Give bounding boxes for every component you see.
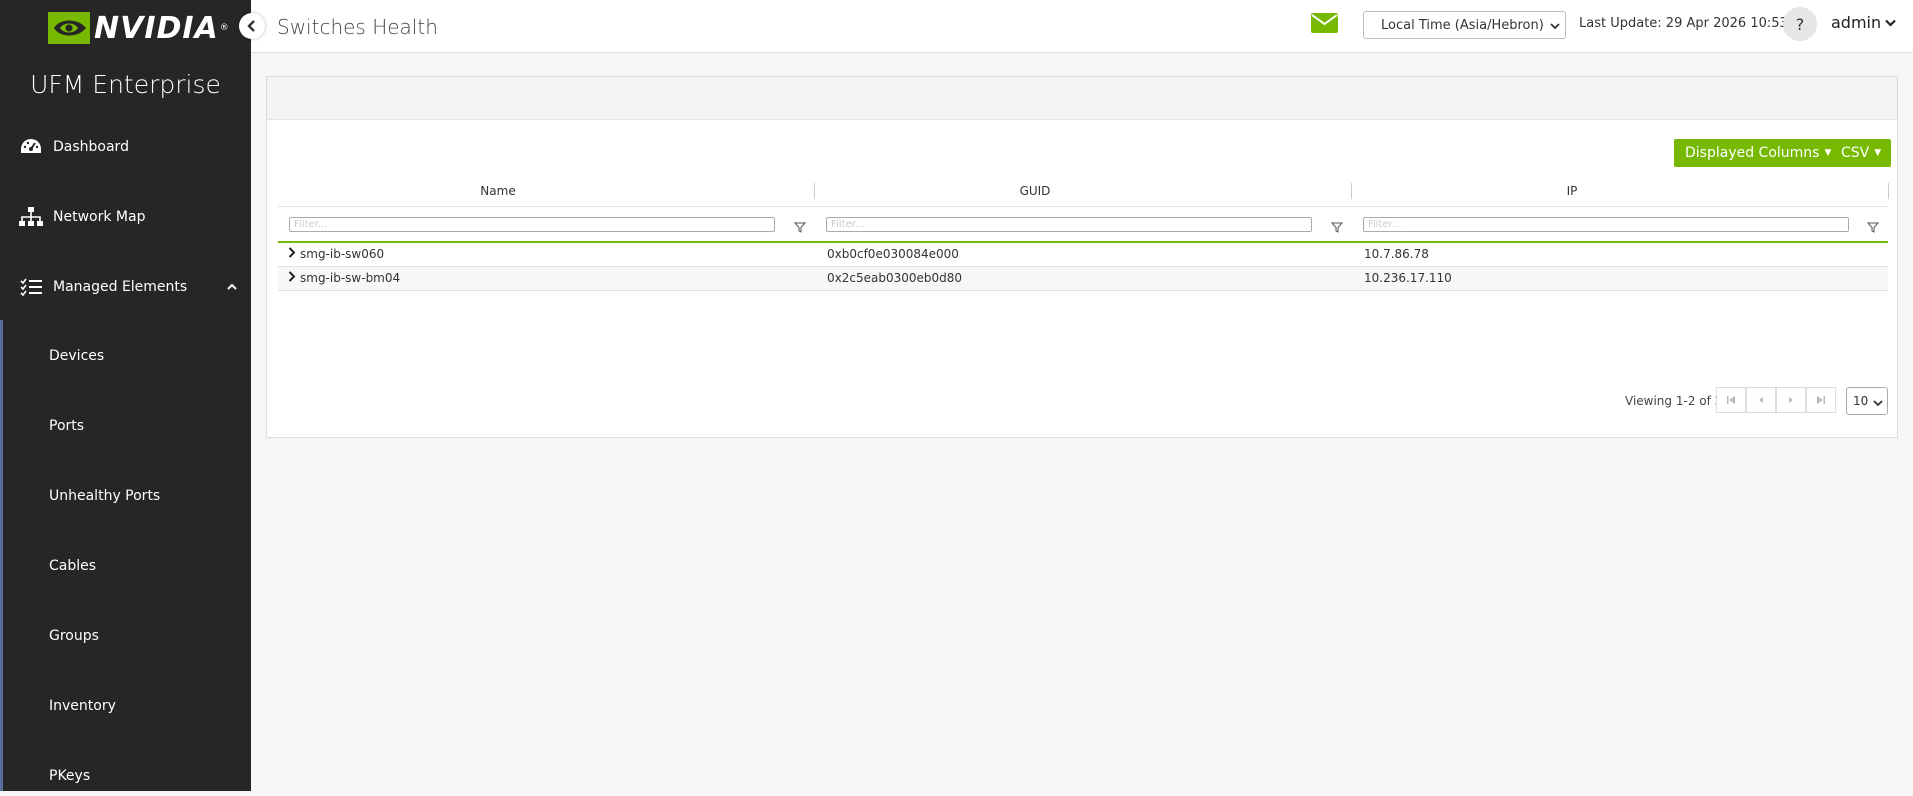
sidebar-collapse-button[interactable]: [239, 13, 265, 39]
sidebar-item-inventory[interactable]: Inventory: [0, 686, 251, 726]
sidebar-item-label: Unhealthy Ports: [49, 488, 161, 504]
help-icon: ?: [1795, 14, 1805, 34]
page-title: Switches Health: [277, 15, 438, 39]
sidebar-item-label: Groups: [49, 628, 99, 644]
filter-icon[interactable]: [793, 218, 807, 237]
page-size-value: 10: [1853, 394, 1869, 408]
column-header-ip[interactable]: IP: [1352, 184, 1792, 198]
header-divider: [278, 206, 1888, 207]
displayed-columns-label: Displayed Columns: [1685, 145, 1820, 161]
logo-trademark: ®: [219, 23, 229, 33]
user-name: admin: [1831, 13, 1882, 32]
name-filter-input[interactable]: Filter...: [289, 217, 775, 232]
table-row[interactable]: smg-ib-sw-bm04 0x2c5eab0300eb0d80 10.236…: [278, 267, 1888, 291]
last-page-button[interactable]: [1806, 387, 1836, 413]
mail-icon[interactable]: [1311, 13, 1338, 37]
sidebar-item-label: Network Map: [53, 209, 146, 225]
next-page-icon: [1789, 397, 1793, 403]
csv-button[interactable]: CSV ▼: [1831, 139, 1892, 167]
sidebar-item-cables[interactable]: Cables: [0, 546, 251, 586]
chevron-left-icon: [247, 20, 255, 32]
sidebar-item-network-map[interactable]: Network Map: [0, 197, 251, 237]
last-update-text: Last Update: 29 Apr 2026 10:53: [1579, 16, 1788, 31]
last-page-icon: [1817, 396, 1825, 404]
nvidia-logo[interactable]: NVIDIA ®: [48, 10, 229, 46]
sidebar-item-pkeys[interactable]: PKeys: [0, 756, 251, 796]
help-button[interactable]: ?: [1783, 7, 1817, 41]
row-ip: 10.7.86.78: [1364, 247, 1429, 261]
filter-icon[interactable]: [1866, 218, 1880, 237]
column-header-guid[interactable]: GUID: [815, 184, 1255, 198]
page-size-select[interactable]: 10: [1846, 387, 1888, 415]
row-guid: 0x2c5eab0300eb0d80: [827, 271, 963, 285]
row-guid: 0xb0cf0e030084e000: [827, 247, 959, 261]
chevron-down-icon: [1873, 397, 1883, 411]
csv-label: CSV: [1841, 145, 1870, 161]
product-name: UFM Enterprise: [30, 70, 221, 99]
table-row[interactable]: smg-ib-sw060 0xb0cf0e030084e000 10.7.86.…: [278, 243, 1888, 267]
next-page-button[interactable]: [1776, 387, 1806, 413]
sidebar-item-devices[interactable]: Devices: [0, 336, 251, 376]
column-header-name[interactable]: Name: [278, 184, 718, 198]
timezone-select[interactable]: Local Time (Asia/Hebron): [1363, 11, 1566, 39]
sidebar-item-label: Dashboard: [53, 139, 129, 155]
panel-header: [267, 77, 1897, 120]
prev-page-icon: [1759, 397, 1763, 403]
dashboard-gauge-icon: [19, 135, 43, 159]
guid-filter-input[interactable]: Filter...: [826, 217, 1312, 232]
row-name: smg-ib-sw060: [300, 247, 385, 261]
timezone-value: Local Time (Asia/Hebron): [1381, 17, 1544, 33]
sidebar-item-label: Ports: [49, 418, 85, 434]
chevron-down-icon: [1550, 20, 1560, 35]
sidebar-item-label: PKeys: [49, 768, 91, 784]
sidebar-item-managed-elements[interactable]: Managed Elements: [0, 267, 251, 307]
chevron-down-icon: [1885, 19, 1896, 27]
sidebar: NVIDIA ® UFM Enterprise Dashboard Networ…: [0, 0, 251, 791]
filter-icon[interactable]: [1330, 218, 1344, 237]
row-name: smg-ib-sw-bm04: [300, 271, 401, 285]
sidebar-item-label: Cables: [49, 558, 97, 574]
chevron-right-icon[interactable]: [288, 247, 296, 261]
prev-page-button[interactable]: [1746, 387, 1776, 413]
sidebar-item-label: Managed Elements: [53, 279, 188, 295]
row-ip: 10.236.17.110: [1364, 271, 1452, 285]
first-page-icon: [1727, 396, 1735, 404]
logo-text: NVIDIA: [94, 10, 219, 46]
column-divider[interactable]: [1888, 183, 1889, 199]
switches-health-panel: Displayed Columns ▼ CSV ▼ Name GUID IP F…: [266, 76, 1898, 438]
first-page-button[interactable]: [1716, 387, 1746, 413]
sidebar-item-label: Inventory: [49, 698, 116, 714]
caret-down-icon: ▼: [1874, 148, 1882, 158]
sidebar-item-dashboard[interactable]: Dashboard: [0, 127, 251, 167]
network-map-icon: [19, 205, 43, 229]
chevron-up-icon: [227, 279, 237, 295]
sidebar-item-label: Devices: [49, 348, 105, 364]
user-menu[interactable]: admin: [1831, 13, 1896, 32]
sidebar-item-unhealthy-ports[interactable]: Unhealthy Ports: [0, 476, 251, 516]
ip-filter-input[interactable]: Filter...: [1363, 217, 1849, 232]
list-check-icon: [19, 275, 43, 299]
nvidia-eye-icon: [48, 12, 90, 44]
top-header: Switches Health Local Time (Asia/Hebron)…: [251, 0, 1913, 53]
pager-summary: Viewing 1-2 of 2: [1625, 394, 1723, 408]
chevron-right-icon[interactable]: [288, 271, 296, 285]
displayed-columns-button[interactable]: Displayed Columns ▼: [1674, 139, 1843, 167]
sidebar-item-ports[interactable]: Ports: [0, 406, 251, 446]
sidebar-item-groups[interactable]: Groups: [0, 616, 251, 656]
